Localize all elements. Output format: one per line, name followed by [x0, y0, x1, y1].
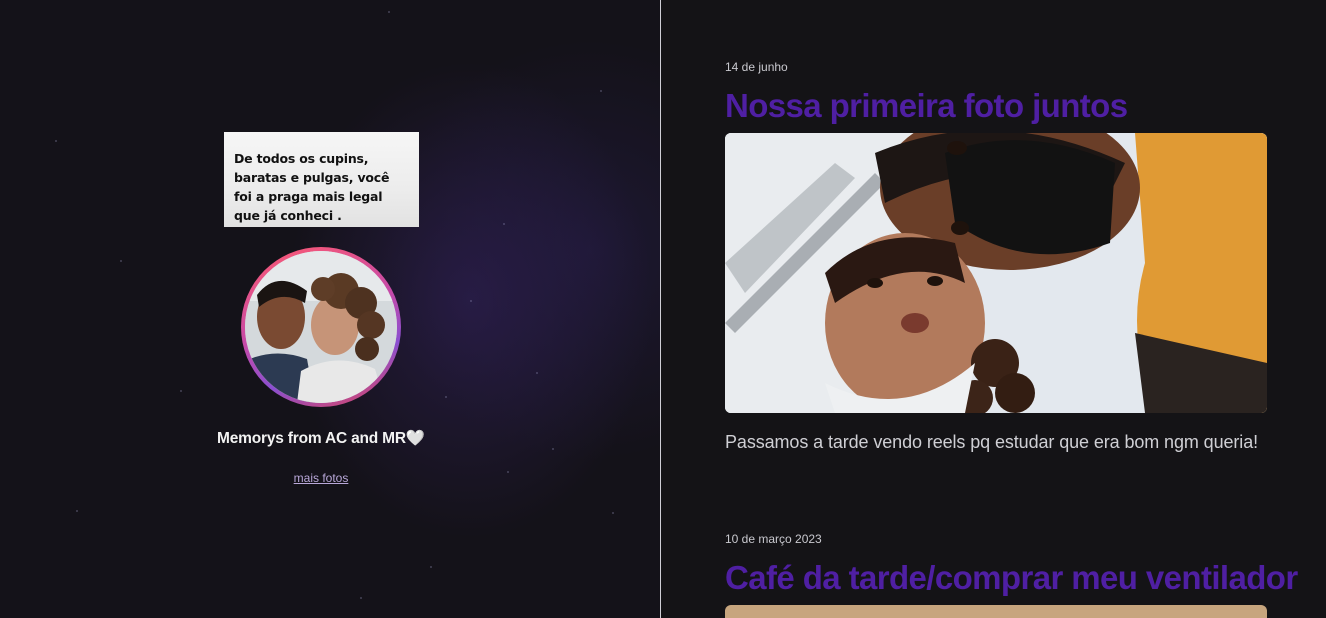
memories-feed[interactable]: 14 de junho Nossa primeira foto juntos P…: [661, 0, 1326, 618]
quote-text: De todos os cupins, baratas e pulgas, vo…: [234, 151, 390, 223]
star-dot: [507, 471, 509, 473]
star-dot: [120, 260, 122, 262]
post-photo[interactable]: [725, 605, 1267, 618]
couple-photo-image: [245, 251, 397, 403]
star-dot: [536, 372, 538, 374]
star-dot: [503, 223, 505, 225]
star-dot: [360, 597, 362, 599]
star-dot: [55, 140, 57, 142]
quote-card: De todos os cupins, baratas e pulgas, vo…: [224, 132, 419, 227]
star-dot: [552, 448, 554, 450]
star-dot: [600, 90, 602, 92]
avatar[interactable]: [241, 247, 401, 407]
post-title: Nossa primeira foto juntos: [725, 87, 1128, 124]
profile-name: Memorys from AC and MR🤍: [217, 430, 425, 447]
post-caption: Passamos a tarde vendo reels pq estudar …: [725, 432, 1259, 452]
post-photo[interactable]: [725, 133, 1267, 413]
star-dot: [76, 510, 78, 512]
star-dot: [612, 512, 614, 514]
avatar-photo: [245, 251, 397, 403]
post-date: 14 de junho: [725, 60, 788, 74]
star-dot: [388, 11, 390, 13]
star-dot: [470, 300, 472, 302]
star-dot: [430, 566, 432, 568]
post-title: Café da tarde/comprar meu ventilador: [725, 559, 1298, 596]
more-photos-link[interactable]: mais fotos: [230, 471, 412, 485]
star-dot: [180, 390, 182, 392]
post-card: 10 de março 2023 Café da tarde/comprar m…: [725, 532, 1298, 618]
post-date: 10 de março 2023: [725, 532, 822, 546]
star-dot: [445, 396, 447, 398]
selfie-photo-image: [725, 133, 1267, 413]
post-card: 14 de junho Nossa primeira foto juntos P…: [725, 60, 1267, 453]
profile-panel: De todos os cupins, baratas e pulgas, vo…: [0, 0, 660, 618]
page: De todos os cupins, baratas e pulgas, vo…: [0, 0, 1326, 618]
